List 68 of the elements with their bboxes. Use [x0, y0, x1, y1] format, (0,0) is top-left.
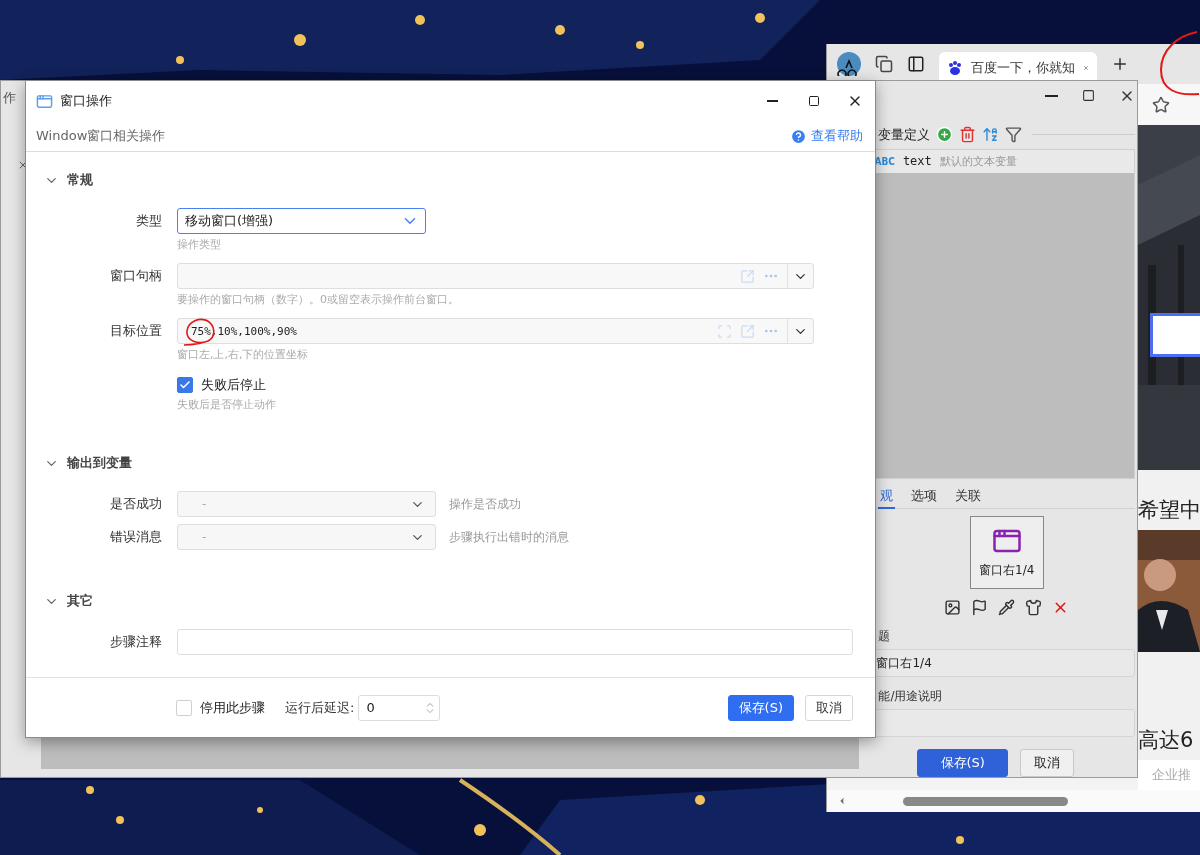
cancel-button[interactable]: 取消 — [1020, 749, 1075, 777]
type-label: ABC — [874, 155, 895, 167]
check-icon — [179, 379, 191, 391]
field-label: 运行后延迟: — [285, 698, 355, 717]
search-field[interactable] — [1150, 313, 1200, 357]
dialog-subtitle: Window窗口相关操作 — [36, 127, 166, 145]
title-text: 作 — [3, 89, 16, 107]
scrollbar[interactable] — [827, 790, 1200, 812]
field-label: 类型 — [135, 212, 162, 230]
field-hint: 失败后是否停止动作 — [177, 398, 276, 412]
checkbox-label: 停用此步骤 — [200, 698, 265, 717]
window-icon — [36, 92, 53, 110]
cancel-button[interactable]: 取消 — [805, 694, 853, 721]
field-note: 操作是否成功 — [449, 495, 521, 513]
favorite-icon[interactable] — [1152, 95, 1170, 114]
field-label: 能/用途说明 — [878, 688, 944, 705]
headline-text: 高达6 — [1138, 727, 1194, 754]
filter-icon[interactable] — [1005, 126, 1023, 144]
scroll-left-icon[interactable] — [837, 796, 847, 806]
tab[interactable]: 关联 — [953, 486, 984, 510]
pipette-icon[interactable] — [998, 599, 1016, 617]
section-header[interactable]: 其它 — [26, 590, 853, 612]
preview-card[interactable]: 窗口右1/4 — [969, 516, 1044, 590]
help-link[interactable]: 查看帮助 — [790, 127, 863, 145]
checkbox[interactable] — [177, 377, 193, 393]
variable-description: 默认的文本变量 — [939, 153, 1017, 169]
field-label: 题 — [878, 628, 892, 645]
number-field[interactable]: 0 — [358, 694, 441, 721]
section-title: 变量定义 — [878, 125, 931, 144]
field-label: 目标位置 — [109, 322, 162, 340]
maximize-icon[interactable] — [1082, 89, 1095, 103]
section-header[interactable]: 输出到变量 — [26, 452, 853, 474]
field-hint: 窗口左,上,右,下的位置坐标 — [177, 348, 309, 362]
field-label: 步骤注释 — [109, 633, 162, 651]
minimize-icon — [767, 100, 778, 102]
new-tab-icon[interactable] — [1111, 55, 1129, 73]
tab[interactable]: 观 — [878, 486, 896, 510]
window-title: 窗口操作 — [60, 92, 113, 110]
help-icon — [790, 127, 807, 145]
type-dropdown[interactable]: 移动窗口(增强) — [177, 208, 426, 234]
variable-name: text — [902, 154, 932, 169]
shirt-icon[interactable] — [1025, 599, 1043, 617]
checkbox-label: 失败后停止 — [201, 376, 266, 394]
field-label: 是否成功 — [109, 495, 162, 513]
trash-icon[interactable] — [959, 126, 977, 144]
sidebar-icon[interactable] — [907, 55, 925, 73]
section-header[interactable]: 常规 — [26, 169, 853, 191]
field-note: 步骤执行出错时的消息 — [449, 528, 569, 546]
tab[interactable]: 选项 — [909, 486, 940, 510]
avatar-icon[interactable] — [837, 52, 861, 76]
image-icon[interactable] — [944, 599, 962, 617]
tab-title: 百度一下，你就知 — [971, 59, 1075, 77]
flag-icon[interactable] — [971, 599, 989, 617]
save-button[interactable]: 保存(S) — [727, 694, 794, 721]
paw-icon — [947, 60, 963, 76]
field-hint: 操作类型 — [177, 238, 221, 252]
preview-label: 窗口右1/4 — [979, 562, 1035, 580]
add-icon[interactable] — [936, 126, 954, 144]
maximize-icon — [807, 95, 820, 107]
collections-icon[interactable] — [875, 55, 893, 73]
field-hint: 要操作的窗口句柄（数字）。0或留空表示操作前台窗口。 — [177, 293, 459, 307]
input-field[interactable] — [177, 629, 853, 655]
save-button[interactable]: 保存(S) — [917, 749, 1009, 777]
input-field[interactable] — [177, 263, 814, 289]
sort-icon[interactable] — [982, 126, 1000, 144]
field-label: 窗口句柄 — [109, 267, 162, 285]
headline-text: 希望中 — [1138, 497, 1200, 524]
field-label: 错误消息 — [109, 528, 162, 546]
